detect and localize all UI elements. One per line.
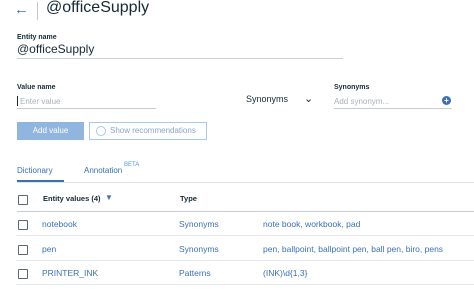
value-type-select[interactable]: Synonyms ⌄: [246, 93, 319, 109]
synonym-input[interactable]: [334, 94, 452, 109]
row-divider: [17, 235, 474, 236]
value-name-label: Value name: [17, 84, 56, 91]
value-type-selected: Synonyms: [246, 94, 289, 104]
add-value-button[interactable]: Add value: [17, 122, 84, 140]
row-synonyms: (INK)\d{1,3}: [263, 268, 308, 278]
row-synonyms: note book, workbook, pad: [263, 219, 361, 229]
text-cursor: [17, 96, 18, 106]
entity-values-header: Entity values (4): [43, 194, 101, 203]
tab-annotation[interactable]: Annotation: [84, 166, 122, 175]
row-divider: [17, 284, 474, 285]
chevron-down-icon: ⌄: [304, 93, 314, 105]
back-arrow-icon[interactable]: ←: [14, 2, 30, 18]
entity-value-link[interactable]: pen: [42, 244, 56, 254]
type-header: Type: [180, 194, 197, 203]
page-title: @officeSupply: [46, 0, 150, 16]
tabs-divider: [17, 182, 474, 183]
entity-value-link[interactable]: PRINTER_INK: [42, 268, 98, 278]
value-name-input[interactable]: [17, 94, 156, 109]
beta-badge: BETA: [124, 162, 140, 168]
entity-name-field[interactable]: @officeSupply: [17, 42, 343, 59]
show-recommendations-label: Show recommendations: [110, 126, 196, 135]
row-synonyms: pen, ballpoint, ballpoint pen, ball pen,…: [263, 244, 444, 254]
recommendations-icon: [96, 126, 106, 136]
show-recommendations-button[interactable]: Show recommendations: [89, 122, 207, 140]
row-type: Patterns: [179, 268, 211, 278]
header-divider: [37, 2, 38, 20]
row-checkbox[interactable]: [18, 269, 28, 279]
entity-name-label: Entity name: [17, 34, 57, 41]
sort-down-icon[interactable]: ▼: [105, 193, 113, 202]
entity-value-link[interactable]: notebook: [42, 219, 77, 229]
row-type: Synonyms: [179, 219, 219, 229]
row-divider: [17, 260, 474, 261]
table-header-divider: [17, 211, 474, 212]
tab-dictionary[interactable]: Dictionary: [17, 166, 53, 175]
row-type: Synonyms: [179, 244, 219, 254]
select-all-checkbox[interactable]: [18, 195, 28, 205]
row-checkbox[interactable]: [18, 245, 28, 255]
add-synonym-icon[interactable]: +: [442, 96, 451, 105]
row-checkbox[interactable]: [18, 220, 28, 230]
synonyms-label: Synonyms: [334, 84, 370, 91]
